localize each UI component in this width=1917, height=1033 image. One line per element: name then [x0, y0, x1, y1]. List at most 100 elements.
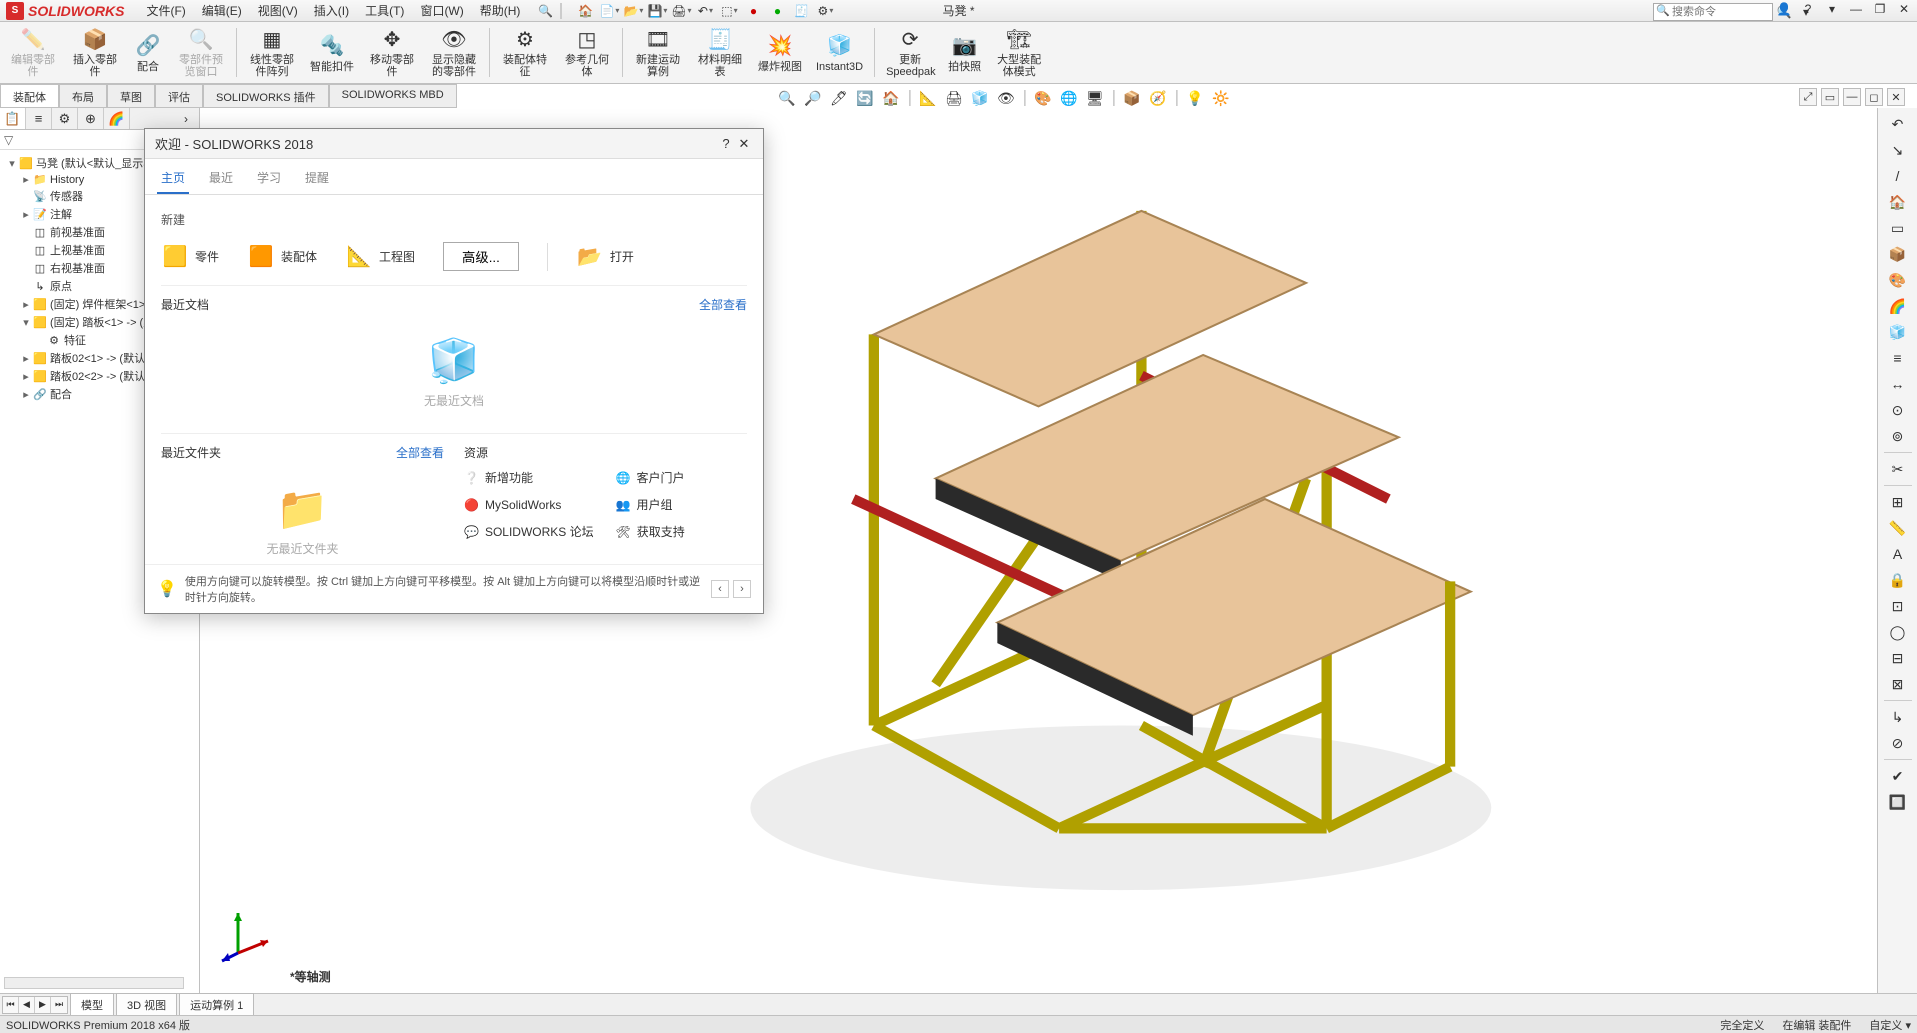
ribbon-大型装配体模式[interactable]: 🏗大型装配体模式 [990, 24, 1048, 81]
feature-tab-评估[interactable]: 评估 [155, 84, 203, 107]
save-icon[interactable]: 💾 [646, 1, 668, 21]
ribbon-智能扣件[interactable]: 🔩智能扣件 [305, 24, 359, 81]
rt-btn-8[interactable]: 🧊 [1883, 320, 1913, 344]
ribbon-装配体特征[interactable]: ⚙装配体特征 [496, 24, 554, 81]
rt-btn-12[interactable]: ⊚ [1883, 424, 1913, 448]
welcome-tab-学习[interactable]: 学习 [253, 163, 285, 194]
ribbon-更新Speedpak[interactable]: ⟳更新Speedpak [881, 24, 939, 81]
minimize-icon[interactable]: — [1847, 0, 1865, 18]
expand-icon[interactable]: ▸ [20, 173, 32, 186]
welcome-tab-最近[interactable]: 最近 [205, 163, 237, 194]
doc-win-1[interactable]: ▭ [1821, 88, 1839, 106]
fm-tab-2[interactable]: ⚙ [52, 108, 78, 129]
rt-btn-7[interactable]: 🌈 [1883, 294, 1913, 318]
hud-btn-10[interactable]: 🌐 [1059, 88, 1079, 108]
resource-新增功能[interactable]: ❔新增功能 [464, 469, 596, 486]
feature-tab-草图[interactable]: 草图 [107, 84, 155, 107]
rt-btn-14[interactable]: ✂ [1883, 457, 1913, 481]
hud-btn-15[interactable]: 🔆 [1211, 88, 1231, 108]
new-工程图[interactable]: 📐工程图 [345, 243, 415, 271]
ribbon-参考几何体[interactable]: ◳参考几何体 [558, 24, 616, 81]
menu-帮助(H)[interactable]: 帮助(H) [472, 0, 529, 22]
hud-btn-8[interactable]: 👁 [996, 88, 1016, 108]
print-icon[interactable]: 🖨 [670, 1, 692, 21]
rt-btn-20[interactable]: ⊡ [1883, 594, 1913, 618]
menu-视图(V)[interactable]: 视图(V) [250, 0, 306, 22]
open-button[interactable]: 📂 打开 [576, 243, 634, 271]
hud-btn-11[interactable]: 🖥 [1085, 88, 1105, 108]
expand-icon[interactable]: ▸ [20, 352, 32, 365]
rt-btn-5[interactable]: 📦 [1883, 242, 1913, 266]
feature-tab-SOLIDWORKS 插件[interactable]: SOLIDWORKS 插件 [203, 84, 329, 107]
hud-btn-6[interactable]: 🖨 [944, 88, 964, 108]
help-icon[interactable]: ? [1799, 0, 1817, 18]
help-drop-icon[interactable]: ▾ [1823, 0, 1841, 18]
bt-nav-1[interactable]: ◀ [19, 997, 35, 1013]
doc-win-2[interactable]: — [1843, 88, 1861, 106]
select-icon[interactable]: ⬚ [718, 1, 740, 21]
doc-win-3[interactable]: ◻ [1865, 88, 1883, 106]
rt-btn-1[interactable]: ↘ [1883, 138, 1913, 162]
welcome-tab-主页[interactable]: 主页 [157, 163, 189, 194]
menu-编辑(E)[interactable]: 编辑(E) [194, 0, 250, 22]
ribbon-配合[interactable]: 🔗配合 [128, 24, 168, 81]
ribbon-材料明细表[interactable]: 🧾材料明细表 [691, 24, 749, 81]
rt-btn-28[interactable]: ✔ [1883, 764, 1913, 788]
hud-btn-13[interactable]: 🧭 [1148, 88, 1168, 108]
hud-btn-0[interactable]: 🔍 [777, 88, 797, 108]
restore-icon[interactable]: ❐ [1871, 0, 1889, 18]
rt-btn-3[interactable]: 🏠 [1883, 190, 1913, 214]
ribbon-Instant3D[interactable]: 🧊Instant3D [811, 24, 868, 81]
expand-icon[interactable]: ▾ [6, 157, 18, 170]
rt-btn-19[interactable]: 🔒 [1883, 568, 1913, 592]
rt-btn-25[interactable]: ↳ [1883, 705, 1913, 729]
resource-SOLIDWORKS 论坛[interactable]: 💬SOLIDWORKS 论坛 [464, 523, 596, 540]
menu-search-icon[interactable]: 🔍 [534, 1, 556, 21]
expand-icon[interactable]: ▸ [20, 298, 32, 311]
hud-btn-4[interactable]: 🏠 [881, 88, 901, 108]
hud-btn-7[interactable]: 🧊 [970, 88, 990, 108]
feature-tab-SOLIDWORKS MBD[interactable]: SOLIDWORKS MBD [329, 84, 457, 107]
fm-tab-4[interactable]: 🌈 [104, 108, 130, 129]
recent-folders-viewall[interactable]: 全部查看 [396, 444, 444, 461]
rt-btn-10[interactable]: ↔ [1883, 372, 1913, 396]
rt-btn-18[interactable]: A [1883, 542, 1913, 566]
doc-win-4[interactable]: ✕ [1887, 88, 1905, 106]
bottom-tab-模型[interactable]: 模型 [70, 993, 114, 1016]
bottom-tab-运动算例 1[interactable]: 运动算例 1 [179, 993, 254, 1016]
ribbon-显示隐藏的零部件[interactable]: 👁显示隐藏的零部件 [425, 24, 483, 81]
rt-btn-0[interactable]: ↶ [1883, 112, 1913, 136]
rebuild-green-icon[interactable]: ● [766, 1, 788, 21]
new-零件[interactable]: 🟨零件 [161, 243, 219, 271]
bottom-tab-3D 视图[interactable]: 3D 视图 [116, 993, 177, 1016]
tip-prev-icon[interactable]: ‹ [711, 580, 729, 598]
rt-btn-9[interactable]: ≡ [1883, 346, 1913, 370]
hud-btn-9[interactable]: 🎨 [1033, 88, 1053, 108]
fm-more-icon[interactable]: › [173, 108, 199, 129]
ribbon-拍快照[interactable]: 📷拍快照 [943, 24, 986, 81]
feature-tab-布局[interactable]: 布局 [59, 84, 107, 107]
new-icon[interactable]: 📄 [598, 1, 620, 21]
undo-icon[interactable]: ↶ [694, 1, 716, 21]
close-icon[interactable]: ✕ [1895, 0, 1913, 18]
open-icon[interactable]: 📂 [622, 1, 644, 21]
resource-客户门户[interactable]: 🌐客户门户 [616, 469, 748, 486]
menu-窗口(W)[interactable]: 窗口(W) [412, 0, 471, 22]
rt-btn-26[interactable]: ⊘ [1883, 731, 1913, 755]
hud-btn-1[interactable]: 🔎 [803, 88, 823, 108]
rebuild-icon[interactable]: ● [742, 1, 764, 21]
ribbon-线性零部件阵列[interactable]: ▦线性零部件阵列 [243, 24, 301, 81]
expand-icon[interactable]: ▸ [20, 208, 32, 221]
fm-tab-3[interactable]: ⊕ [78, 108, 104, 129]
ribbon-新建运动算例[interactable]: 🎞新建运动算例 [629, 24, 687, 81]
hud-btn-2[interactable]: 🖊 [829, 88, 849, 108]
recent-docs-viewall[interactable]: 全部查看 [699, 296, 747, 313]
ribbon-爆炸视图[interactable]: 💥爆炸视图 [753, 24, 807, 81]
search-input[interactable] [1653, 3, 1773, 21]
settings-icon[interactable]: ⚙ [814, 1, 836, 21]
ribbon-插入零部件[interactable]: 📦插入零部件 [66, 24, 124, 81]
new-装配体[interactable]: 🟧装配体 [247, 243, 317, 271]
options-icon[interactable]: 🧾 [790, 1, 812, 21]
welcome-help-icon[interactable]: ? [717, 135, 735, 153]
hud-btn-3[interactable]: 🔄 [855, 88, 875, 108]
